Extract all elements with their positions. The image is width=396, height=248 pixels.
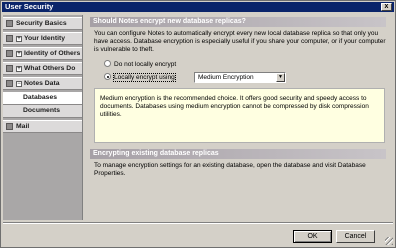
main-panel: Should Notes encrypt new database replic…: [85, 15, 392, 220]
lock-icon: [6, 20, 13, 27]
info-box: Medium encryption is the recommended cho…: [94, 88, 385, 143]
chevron-down-icon[interactable]: ▼: [276, 73, 285, 82]
radio-locally-encrypt[interactable]: Locally encrypt using: [104, 73, 176, 83]
resize-grip-icon[interactable]: [385, 237, 393, 245]
separator: [3, 222, 393, 224]
mail-icon: [6, 123, 13, 130]
section-header-new-replicas: Should Notes encrypt new database replic…: [90, 17, 386, 27]
section1-description: You can configure Notes to automatically…: [94, 30, 386, 53]
people-icon: [6, 50, 13, 57]
shield-icon: [6, 65, 13, 72]
radio-label: Locally encrypt using: [113, 73, 176, 82]
id-icon: [6, 35, 13, 42]
sidebar-item-label: Your Identity: [24, 35, 66, 42]
sidebar-item-notes-data[interactable]: − Notes Data: [3, 77, 82, 90]
sidebar-item-security-basics[interactable]: Security Basics: [3, 17, 82, 30]
cancel-button[interactable]: Cancel: [336, 230, 375, 243]
sidebar-item-identity-of-others[interactable]: + Identity of Others: [3, 47, 82, 60]
ok-button[interactable]: OK: [293, 230, 332, 243]
expand-icon[interactable]: +: [16, 36, 22, 42]
sidebar-item-label: What Others Do: [24, 65, 76, 72]
sidebar: Security Basics + Your Identity + Identi…: [3, 15, 83, 220]
sidebar-item-label: Mail: [16, 123, 30, 130]
sidebar-item-label: Identity of Others: [24, 50, 81, 57]
window-title: User Security: [5, 2, 54, 11]
user-security-window: User Security x Security Basics + Your I…: [0, 0, 396, 248]
encryption-level-select[interactable]: Medium Encryption ▼: [194, 72, 286, 83]
expand-icon[interactable]: +: [16, 51, 22, 57]
section2-description: To manage encryption settings for an exi…: [94, 162, 366, 177]
select-value: Medium Encryption: [198, 74, 254, 81]
radio-label: Do not locally encrypt: [114, 61, 177, 68]
collapse-icon[interactable]: −: [16, 81, 22, 87]
radio-do-not-encrypt[interactable]: Do not locally encrypt: [104, 60, 176, 70]
section-header-existing-replicas: Encrypting existing database replicas: [90, 149, 386, 159]
title-bar: User Security x: [2, 2, 394, 12]
sidebar-item-your-identity[interactable]: + Your Identity: [3, 32, 82, 45]
radio-button[interactable]: [104, 73, 111, 80]
expand-icon[interactable]: +: [16, 66, 22, 72]
sidebar-item-label: Notes Data: [24, 80, 60, 87]
sidebar-item-documents[interactable]: Documents: [3, 105, 82, 118]
radio-button[interactable]: [104, 60, 111, 67]
close-icon[interactable]: x: [381, 3, 392, 11]
sidebar-item-databases[interactable]: Databases: [3, 92, 82, 105]
data-icon: [6, 80, 13, 87]
sidebar-item-label: Security Basics: [16, 20, 67, 27]
sidebar-item-mail[interactable]: Mail: [3, 120, 82, 133]
sidebar-item-what-others-do[interactable]: + What Others Do: [3, 62, 82, 75]
